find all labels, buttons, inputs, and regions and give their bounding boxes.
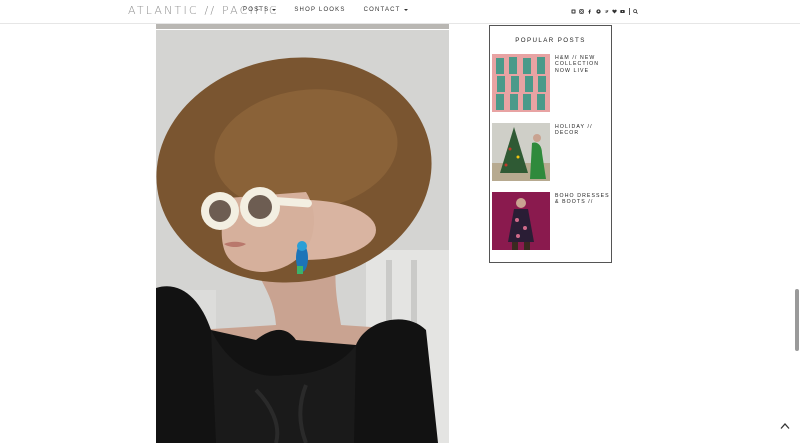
holiday-decor-thumb xyxy=(492,123,550,181)
site-header: ATLANTIC // PACIFIC POSTS SHOP LOOKS CON… xyxy=(0,0,800,24)
nav-item-shop-looks[interactable]: SHOP LOOKS xyxy=(294,7,345,13)
popular-posts-widget: POPULAR POSTS H&M // NEW COLLECTION NOW … xyxy=(489,25,612,263)
hat-sunglasses-photo xyxy=(156,30,449,443)
chevron-down-icon xyxy=(403,9,408,11)
nav-item-contact[interactable]: CONTACT xyxy=(364,7,408,13)
popular-post-thumbnail[interactable] xyxy=(492,123,550,181)
search-icon[interactable] xyxy=(633,9,639,14)
main-nav: POSTS SHOP LOOKS CONTACT xyxy=(243,7,426,13)
facebook-icon[interactable] xyxy=(587,9,592,14)
social-links xyxy=(571,8,642,15)
nav-item-posts[interactable]: POSTS xyxy=(243,7,277,13)
pinterest-icon[interactable] xyxy=(595,9,601,14)
scrollbar-thumb[interactable] xyxy=(795,289,799,351)
popular-post-title[interactable]: BOHO DRESSES & BOOTS // xyxy=(555,193,611,206)
popular-posts-title: POPULAR POSTS xyxy=(515,37,586,44)
popular-post-title[interactable]: H&M // NEW COLLECTION NOW LIVE xyxy=(555,55,611,74)
chevron-up-icon[interactable] xyxy=(780,422,790,430)
popular-post-item-boho[interactable]: BOHO DRESSES & BOOTS // xyxy=(492,192,609,250)
social-divider xyxy=(629,8,631,15)
bloglovin-icon[interactable] xyxy=(571,9,576,14)
chevron-down-icon xyxy=(272,9,277,11)
previous-image-edge xyxy=(156,24,449,29)
popular-post-thumbnail[interactable] xyxy=(492,192,550,250)
nav-item-label: POSTS xyxy=(243,7,270,13)
youtube-icon[interactable] xyxy=(620,9,625,14)
heart-icon[interactable] xyxy=(612,9,617,14)
twitter-icon[interactable] xyxy=(604,9,609,14)
boho-dresses-thumb xyxy=(492,192,550,250)
popular-post-title[interactable]: HOLIDAY // DECOR xyxy=(555,124,611,137)
popular-post-thumbnail[interactable] xyxy=(492,54,550,112)
post-image[interactable] xyxy=(156,30,449,443)
hm-collection-thumb xyxy=(492,54,550,112)
nav-item-label: CONTACT xyxy=(363,7,401,13)
instagram-icon[interactable] xyxy=(579,9,585,14)
popular-post-item-holiday[interactable]: HOLIDAY // DECOR xyxy=(492,123,609,181)
popular-post-item-hm[interactable]: H&M // NEW COLLECTION NOW LIVE xyxy=(492,54,609,112)
nav-item-label: SHOP LOOKS xyxy=(294,7,346,13)
